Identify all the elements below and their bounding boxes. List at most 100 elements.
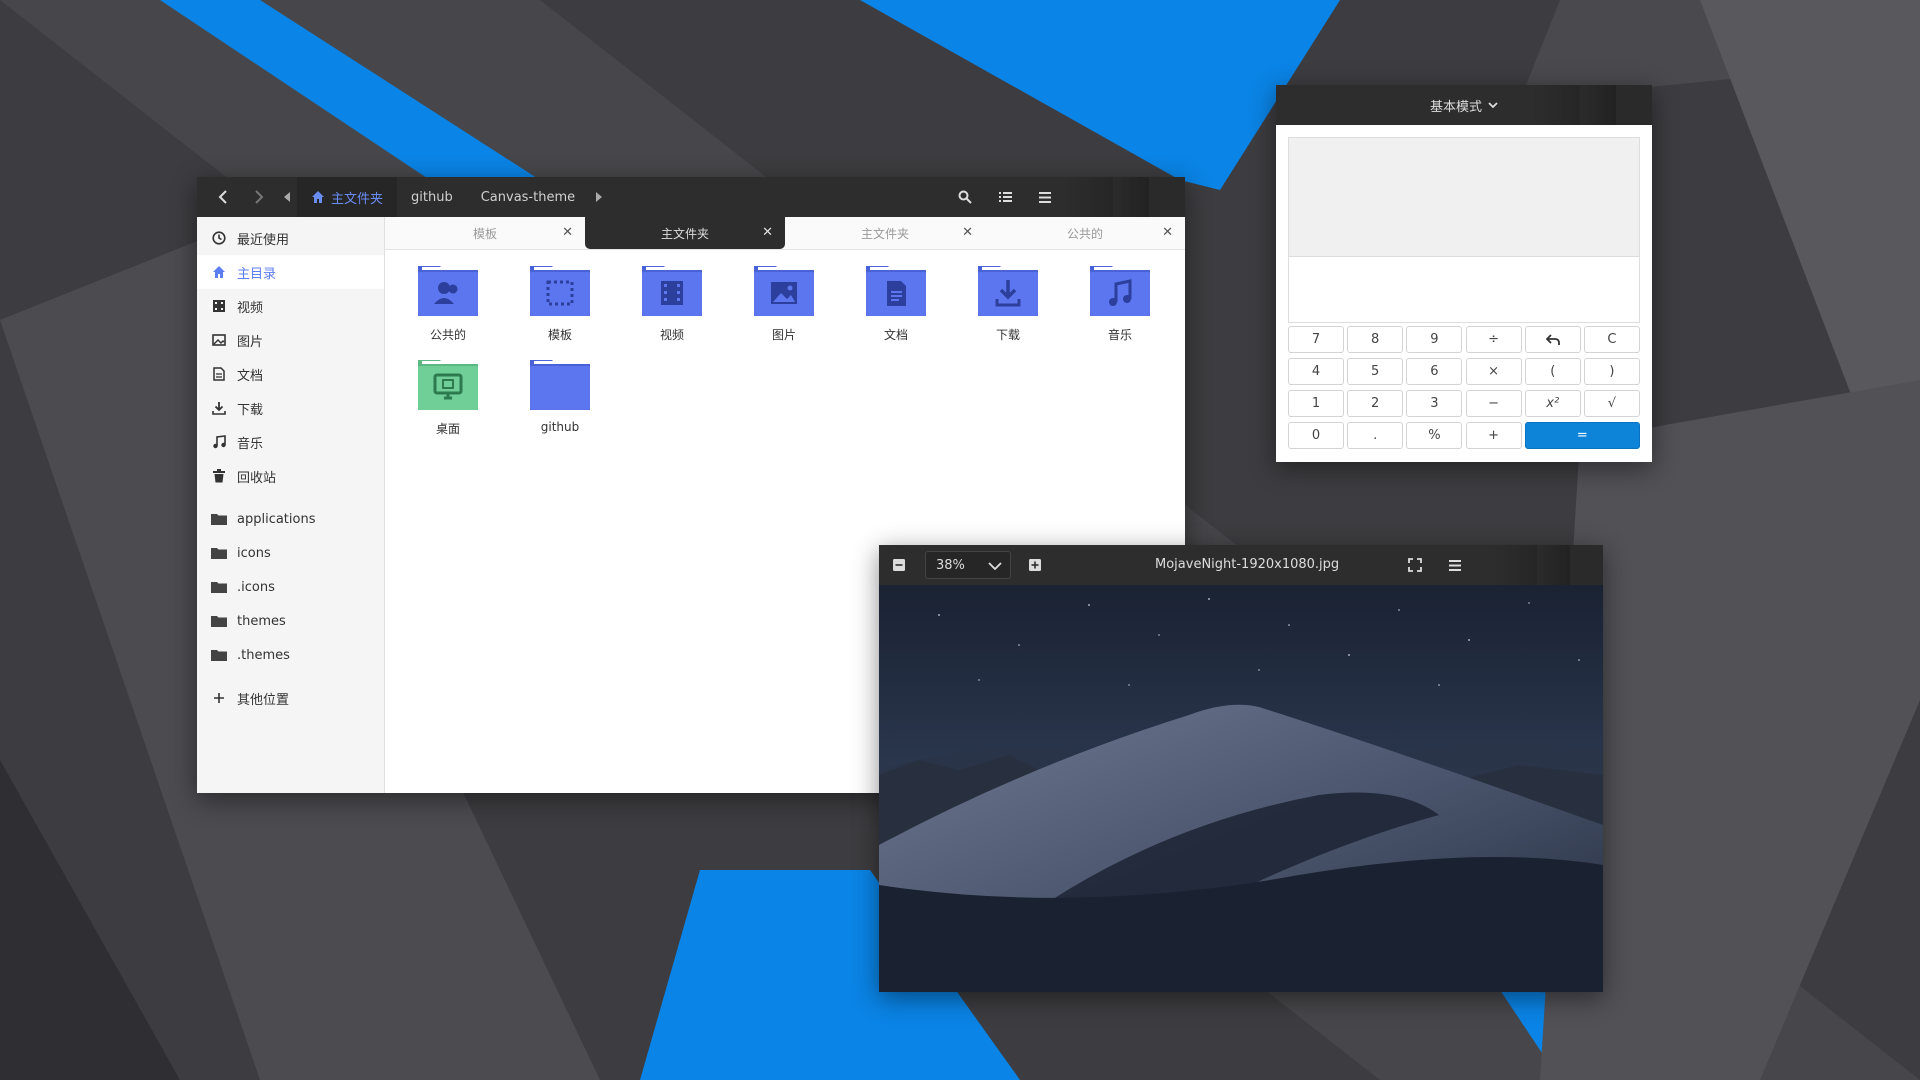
calculator-display	[1288, 137, 1640, 323]
sidebar-item-music[interactable]: 音乐	[197, 425, 384, 459]
key-percent[interactable]: %	[1406, 422, 1463, 449]
folder-icon	[530, 360, 590, 410]
music-folder-icon	[1090, 266, 1150, 316]
close-tab-icon[interactable]: ✕	[962, 225, 973, 240]
window-controls-area	[1493, 545, 1603, 585]
folder-label: 图片	[771, 328, 796, 342]
fullscreen-button[interactable]	[1403, 553, 1427, 577]
image-viewer-window: 38% MojaveNight-1920x1080.jpg	[879, 545, 1603, 992]
sidebar-item-videos[interactable]: 视频	[197, 289, 384, 323]
folder-icon	[211, 650, 227, 661]
zoom-in-button[interactable]	[1025, 555, 1045, 575]
folder-public[interactable]: 公共的	[405, 262, 491, 343]
folder-label: 公共的	[429, 328, 466, 342]
menu-button[interactable]	[1443, 553, 1467, 577]
tab-home-active[interactable]: 主文件夹 ✕	[585, 217, 785, 249]
sidebar-item-label: .icons	[237, 579, 275, 595]
close-tab-icon[interactable]: ✕	[762, 225, 773, 240]
key-subtract[interactable]: −	[1465, 390, 1522, 417]
folder-icon	[211, 514, 227, 525]
path-scroll-left-button[interactable]	[277, 177, 297, 217]
key-close-paren[interactable]: )	[1583, 358, 1640, 385]
search-button[interactable]	[945, 177, 985, 217]
desert-night-image	[879, 585, 1603, 992]
folder-desktop[interactable]: 桌面	[405, 356, 491, 437]
sidebar-item-trash[interactable]: 回收站	[197, 459, 384, 493]
key-5[interactable]: 5	[1347, 358, 1404, 385]
tab-templates[interactable]: 模板 ✕	[385, 217, 585, 249]
triangle-right-icon	[596, 192, 603, 202]
folder-documents[interactable]: 文档	[853, 262, 939, 343]
key-8[interactable]: 8	[1347, 326, 1404, 353]
download-icon	[212, 402, 226, 415]
key-decimal[interactable]: .	[1347, 422, 1404, 449]
key-7[interactable]: 7	[1288, 326, 1344, 353]
breadcrumb-label: Canvas-theme	[480, 189, 576, 205]
equation-input[interactable]	[1289, 257, 1639, 321]
sidebar-item-pictures[interactable]: 图片	[197, 323, 384, 357]
folder-github[interactable]: github	[517, 356, 603, 434]
back-button[interactable]	[205, 177, 241, 217]
close-tab-icon[interactable]: ✕	[562, 225, 573, 240]
folder-music[interactable]: 音乐	[1077, 262, 1163, 343]
zoom-level-value: 38%	[936, 557, 965, 573]
mode-label: 基本模式	[1429, 99, 1482, 115]
key-3[interactable]: 3	[1406, 390, 1463, 417]
folder-downloads[interactable]: 下载	[965, 262, 1051, 343]
sidebar-item-recent[interactable]: 最近使用	[197, 221, 384, 255]
sidebar-bookmark-icons[interactable]: icons	[197, 536, 384, 570]
tab-public[interactable]: 公共的 ✕	[985, 217, 1185, 249]
key-add[interactable]: +	[1465, 422, 1522, 449]
sidebar-item-documents[interactable]: 文档	[197, 357, 384, 391]
key-0[interactable]: 0	[1288, 422, 1344, 449]
key-2[interactable]: 2	[1347, 390, 1404, 417]
image-title: MojaveNight-1920x1080.jpg	[1155, 557, 1340, 572]
breadcrumb-github[interactable]: github	[397, 177, 467, 217]
view-toggle-button[interactable]	[985, 177, 1025, 217]
close-tab-icon[interactable]: ✕	[1162, 225, 1173, 240]
tab-label: 主文件夹	[660, 226, 709, 241]
tab-home[interactable]: 主文件夹 ✕	[785, 217, 985, 249]
folder-templates[interactable]: 模板	[517, 262, 603, 343]
forward-button[interactable]	[241, 177, 277, 217]
image-canvas[interactable]	[879, 585, 1603, 992]
sidebar-bookmark-applications[interactable]: applications	[197, 502, 384, 536]
key-clear[interactable]: C	[1583, 326, 1640, 353]
key-open-paren[interactable]: (	[1524, 358, 1581, 385]
key-multiply[interactable]: ×	[1465, 358, 1522, 385]
sidebar-item-other-locations[interactable]: 其他位置	[197, 681, 384, 715]
breadcrumb-home[interactable]: 主文件夹	[297, 177, 398, 217]
folder-pictures[interactable]: 图片	[741, 262, 827, 343]
mode-selector[interactable]: 基本模式	[1420, 85, 1508, 125]
folder-label: 音乐	[1107, 328, 1132, 342]
key-sqrt[interactable]: √	[1583, 390, 1640, 417]
sidebar-bookmark-dot-icons[interactable]: .icons	[197, 570, 384, 604]
sidebar-item-downloads[interactable]: 下载	[197, 391, 384, 425]
document-icon	[213, 367, 225, 381]
menu-button[interactable]	[1025, 177, 1065, 217]
path-scroll-right-button[interactable]	[589, 177, 609, 217]
key-1[interactable]: 1	[1288, 390, 1344, 417]
folder-videos[interactable]: 视频	[629, 262, 715, 343]
zoom-out-button[interactable]	[889, 555, 909, 575]
key-undo[interactable]	[1524, 326, 1581, 353]
key-divide[interactable]: ÷	[1465, 326, 1522, 353]
image-viewer-headerbar: 38% MojaveNight-1920x1080.jpg	[879, 545, 1603, 585]
sidebar-item-home[interactable]: 主目录	[197, 255, 384, 289]
breadcrumb-label: 主文件夹	[331, 191, 384, 207]
hamburger-menu-icon	[1449, 559, 1461, 571]
sidebar-bookmark-themes[interactable]: themes	[197, 604, 384, 638]
key-4[interactable]: 4	[1288, 358, 1344, 385]
sidebar-item-label: 图片	[237, 334, 264, 350]
sidebar-bookmark-dot-themes[interactable]: .themes	[197, 638, 384, 672]
people-folder-icon	[418, 266, 478, 316]
zoom-level-combo[interactable]: 38%	[925, 551, 1011, 579]
key-6[interactable]: 6	[1406, 358, 1463, 385]
window-controls-area	[1065, 177, 1185, 217]
key-equals[interactable]: =	[1524, 422, 1640, 449]
trash-icon	[213, 469, 225, 483]
breadcrumb-canvas-theme[interactable]: Canvas-theme	[467, 177, 589, 217]
sidebar-item-label: 其他位置	[237, 692, 290, 708]
key-9[interactable]: 9	[1406, 326, 1463, 353]
key-square[interactable]: x²	[1524, 390, 1581, 417]
